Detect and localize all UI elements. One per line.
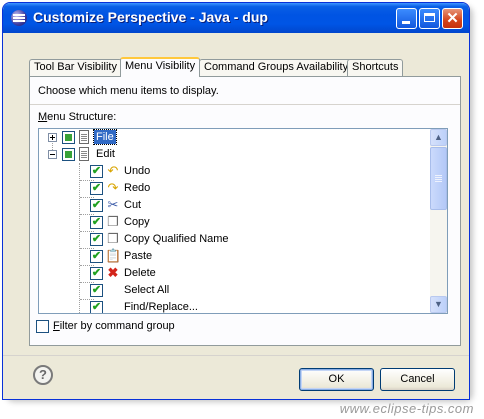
tree-checkbox[interactable] [90,300,103,313]
document-icon [79,147,89,161]
tree-item-label: Edit [96,148,115,160]
paste-icon: 📋 [105,248,122,263]
redo-icon: ↷ [107,180,119,195]
chevron-down-icon: ▼ [434,299,443,309]
tree-item-label: Undo [124,165,151,177]
tree-checkbox[interactable] [90,215,103,229]
maximize-button[interactable] [419,8,440,29]
tree-item-select-all[interactable]: Select All [39,282,432,299]
eclipse-icon [11,10,27,26]
tree-item-find-replace[interactable]: Find/Replace... [39,299,432,313]
chevron-up-icon: ▲ [434,132,443,142]
maximize-icon [424,13,435,22]
help-icon[interactable]: ? [33,365,53,385]
minimize-icon [402,21,410,24]
grip-icon [435,175,442,176]
panel-description: Choose which menu items to display. [38,85,219,97]
tree-checkbox[interactable] [90,181,103,195]
tab-menu-visibility[interactable]: Menu Visibility [120,57,201,77]
tab-tool-bar-visibility[interactable]: Tool Bar Visibility [29,59,122,76]
document-icon [79,130,89,144]
tree-checkbox[interactable] [90,283,103,297]
button-bar-separator [3,355,469,356]
tree-checkbox[interactable] [62,131,75,144]
minimize-button[interactable] [396,8,417,29]
tree-item-label: Cut [124,199,142,211]
tree-item-label: Select All [124,284,170,296]
menu-visibility-panel: Choose which menu items to display. Menu… [29,76,461,346]
tree-item-file[interactable]: File [39,129,432,146]
tree-item-label: Copy Qualified Name [124,233,229,245]
tree-checkbox[interactable] [90,198,103,212]
tree-item-edit[interactable]: Edit [39,146,432,163]
filter-mnemonic: F [53,320,60,332]
tree-item-delete[interactable]: ✖ Delete [39,265,432,282]
menu-structure-label: Menu Structure: [38,111,116,123]
tree-item-undo[interactable]: ↶ Undo [39,163,432,180]
filter-label: Filter by command group [53,320,175,332]
tree-item-copy-qualified-name[interactable]: ❐ Copy Qualified Name [39,231,432,248]
undo-icon: ↶ [107,163,119,178]
scroll-down-button[interactable]: ▼ [430,296,447,313]
tree-item-label: File [93,129,117,145]
tree-checkbox[interactable] [90,266,103,280]
customize-perspective-dialog: Customize Perspective - Java - dup ✕ Too… [2,2,470,400]
tab-shortcuts[interactable]: Shortcuts [347,59,404,76]
scroll-up-button[interactable]: ▲ [430,129,447,146]
tree-checkbox[interactable] [90,249,103,263]
filter-label-text: ilter by command group [59,320,175,332]
tree-item-paste[interactable]: 📋 Paste [39,248,432,265]
tree-item-redo[interactable]: ↷ Redo [39,180,432,197]
tree-item-label: Copy [124,216,150,228]
title-bar[interactable]: Customize Perspective - Java - dup ✕ [3,3,469,33]
menu-structure-tree[interactable]: File Edit ↶ Undo ↷ Redo [38,128,448,314]
tree-item-label: Paste [124,250,153,262]
tree-vertical-scrollbar[interactable]: ▲ ▼ [430,129,447,313]
window-title: Customize Perspective - Java - dup [33,9,268,25]
expand-toggle[interactable] [48,133,57,142]
tab-command-groups-availability[interactable]: Command Groups Availability [199,59,354,76]
cut-icon: ✂ [107,197,119,212]
menu-structure-label-text: enu Structure: [47,111,117,123]
tree-item-copy[interactable]: ❐ Copy [39,214,432,231]
watermark: www.eclipse-tips.com [339,401,474,416]
filter-checkbox-box[interactable] [36,320,49,333]
tree-checkbox[interactable] [90,232,103,246]
scroll-thumb[interactable] [430,147,447,210]
cancel-button[interactable]: Cancel [380,368,455,391]
copy-icon: ❐ [107,214,119,229]
ok-button[interactable]: OK [299,368,374,391]
delete-icon: ✖ [107,265,119,280]
tree-item-cut[interactable]: ✂ Cut [39,197,432,214]
close-button[interactable]: ✕ [442,8,463,29]
tree-item-label: Redo [124,182,151,194]
copy-qualified-name-icon: ❐ [107,231,119,246]
tree-item-label: Delete [124,267,156,279]
menu-structure-mnemonic: M [38,111,48,123]
tree-checkbox[interactable] [90,164,103,178]
tree-checkbox[interactable] [62,148,75,161]
collapse-toggle[interactable] [48,150,57,159]
tree-item-label: Find/Replace... [124,301,198,313]
close-icon: ✕ [446,10,459,27]
panel-separator [30,104,460,105]
